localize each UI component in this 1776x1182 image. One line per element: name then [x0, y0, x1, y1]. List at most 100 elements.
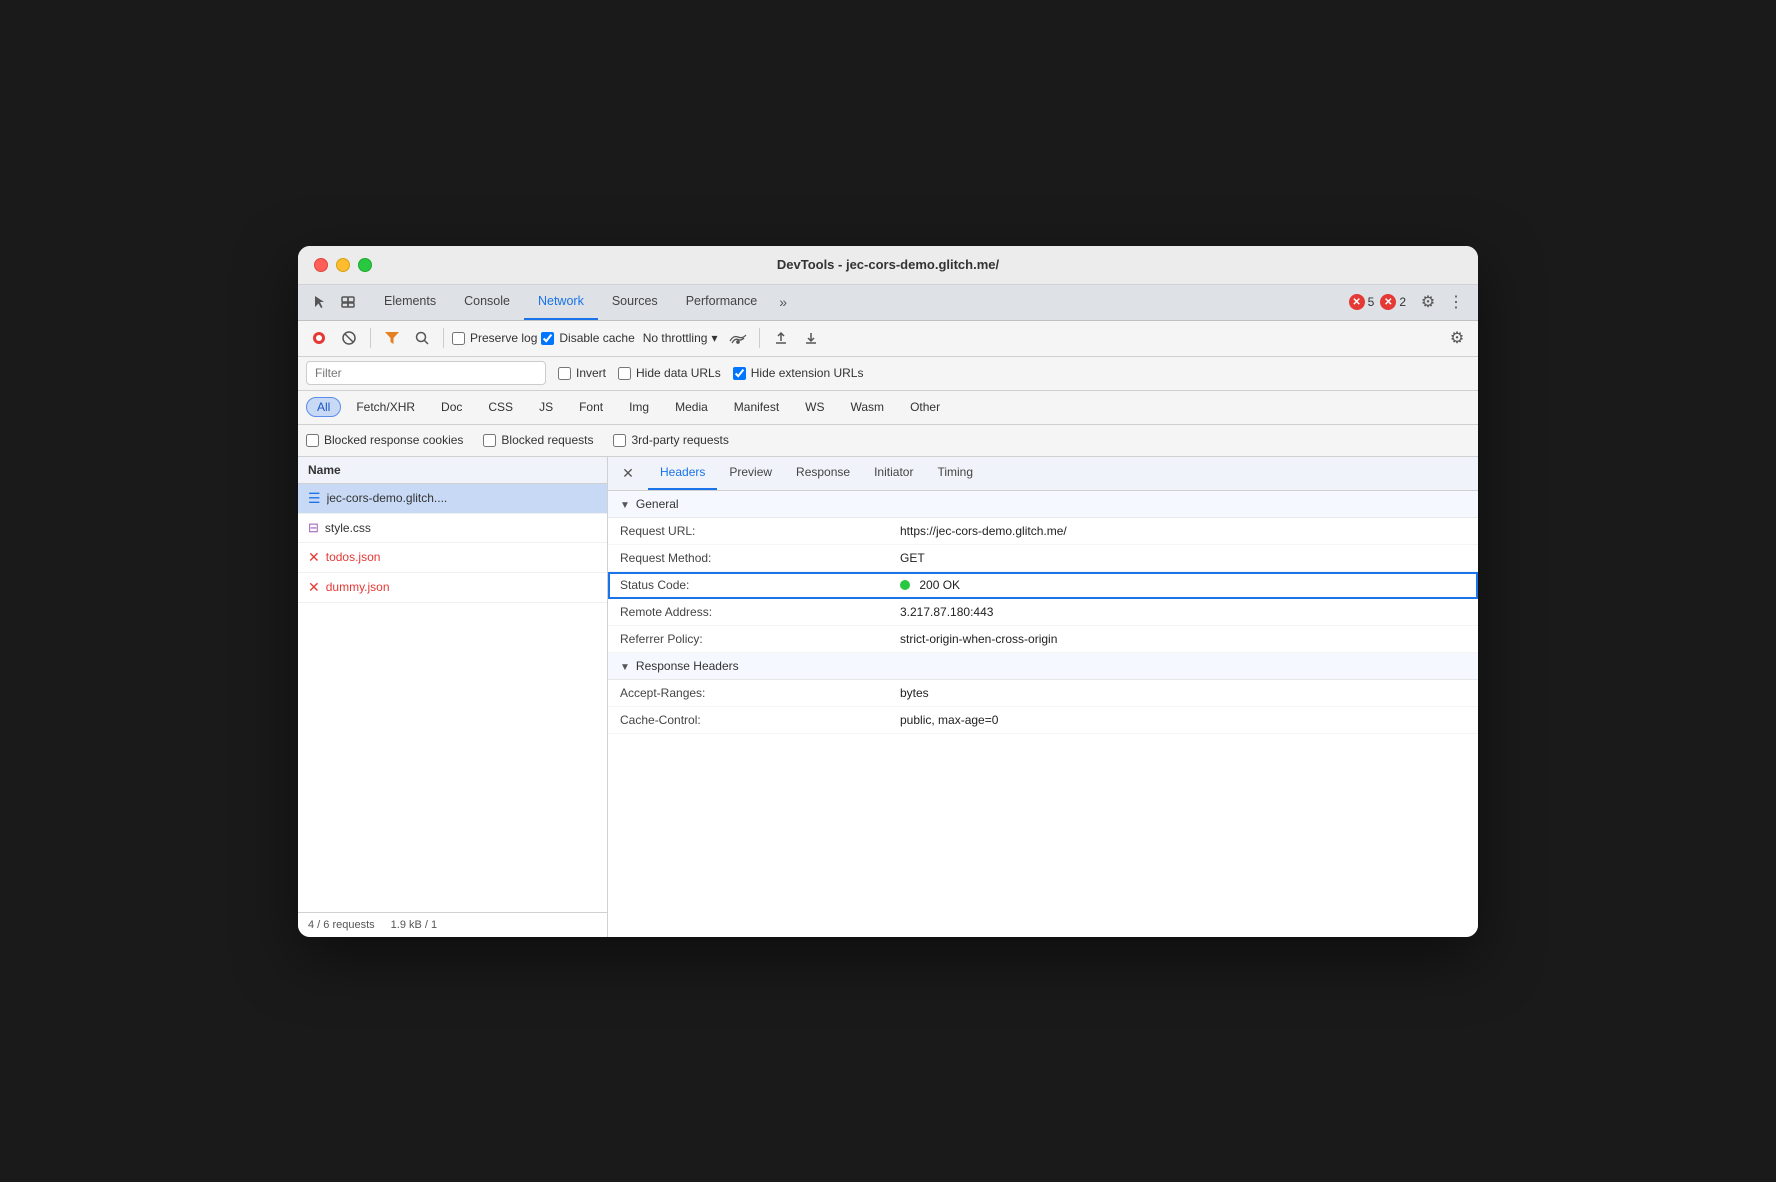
maximize-button[interactable] [358, 258, 372, 272]
cache-control-value: public, max-age=0 [900, 713, 1466, 727]
record-button[interactable] [306, 325, 332, 351]
filter-input[interactable] [306, 361, 546, 385]
remote-address-key: Remote Address: [620, 605, 900, 619]
hide-extension-urls-checkbox[interactable]: Hide extension URLs [733, 366, 864, 380]
clear-button[interactable] [336, 325, 362, 351]
request-item-3[interactable]: ✕ dummy.json [298, 573, 607, 603]
details-tab-preview[interactable]: Preview [717, 456, 784, 490]
type-btn-fetch/xhr[interactable]: Fetch/XHR [345, 397, 426, 417]
type-btn-other[interactable]: Other [899, 397, 951, 417]
status-green-dot [900, 580, 910, 590]
error-icon-3: ✕ [308, 579, 320, 596]
cache-control-row: Cache-Control: public, max-age=0 [608, 707, 1478, 734]
status-code-row: Status Code: 200 OK [608, 572, 1478, 599]
referrer-policy-key: Referrer Policy: [620, 632, 900, 646]
request-item-2[interactable]: ✕ todos.json [298, 543, 607, 573]
import-har-button[interactable] [768, 325, 794, 351]
tab-elements[interactable]: Elements [370, 284, 450, 320]
network-settings-button[interactable]: ⚙ [1444, 325, 1470, 351]
cursor-icon[interactable] [306, 288, 334, 316]
throttle-selector[interactable]: No throttling ▾ [639, 329, 722, 347]
blocked-response-cookies-checkbox[interactable]: Blocked response cookies [306, 433, 463, 447]
response-headers-section[interactable]: Response Headers [608, 653, 1478, 680]
request-item-0[interactable]: ☰ jec-cors-demo.glitch.... [298, 484, 607, 514]
request-item-1[interactable]: ⊟ style.css [298, 514, 607, 543]
network-toolbar: Preserve log Disable cache No throttling… [298, 321, 1478, 357]
type-btn-wasm[interactable]: Wasm [840, 397, 896, 417]
type-btn-ws[interactable]: WS [794, 397, 835, 417]
layers-icon[interactable] [334, 288, 362, 316]
request-method-value: GET [900, 551, 1466, 565]
preserve-log-input[interactable] [452, 332, 465, 345]
more-tabs-button[interactable]: » [771, 294, 795, 310]
request-url-row: Request URL: https://jec-cors-demo.glitc… [608, 518, 1478, 545]
toolbar-divider-1 [370, 328, 371, 348]
search-button[interactable] [409, 325, 435, 351]
third-party-requests-checkbox[interactable]: 3rd-party requests [613, 433, 728, 447]
error-count-badge[interactable]: ✕ 5 [1349, 294, 1375, 310]
blocked-requests-checkbox[interactable]: Blocked requests [483, 433, 593, 447]
title-bar: DevTools - jec-cors-demo.glitch.me/ [298, 246, 1478, 285]
type-btn-css[interactable]: CSS [477, 397, 524, 417]
hide-data-urls-input[interactable] [618, 367, 631, 380]
warning-icon: ✕ [1380, 294, 1396, 310]
more-options-icon[interactable]: ⋮ [1442, 288, 1470, 316]
referrer-policy-row: Referrer Policy: strict-origin-when-cros… [608, 626, 1478, 653]
accept-ranges-row: Accept-Ranges: bytes [608, 680, 1478, 707]
tab-console[interactable]: Console [450, 284, 524, 320]
tab-sources[interactable]: Sources [598, 284, 672, 320]
type-btn-all[interactable]: All [306, 397, 341, 417]
request-url-value[interactable]: https://jec-cors-demo.glitch.me/ [900, 524, 1466, 538]
third-party-requests-input[interactable] [613, 434, 626, 447]
accept-ranges-key: Accept-Ranges: [620, 686, 900, 700]
settings-gear-icon[interactable]: ⚙ [1414, 288, 1442, 316]
details-tab-bar: ✕ Headers Preview Response Initiator Tim… [608, 457, 1478, 491]
filter-button[interactable] [379, 325, 405, 351]
preserve-log-checkbox[interactable]: Preserve log [452, 331, 537, 345]
disable-cache-checkbox[interactable]: Disable cache [541, 331, 634, 345]
details-tab-timing[interactable]: Timing [925, 456, 985, 490]
toolbar-divider-3 [759, 328, 760, 348]
type-btn-doc[interactable]: Doc [430, 397, 473, 417]
requests-header: Name [298, 457, 607, 484]
invert-input[interactable] [558, 367, 571, 380]
network-conditions-icon[interactable] [725, 325, 751, 351]
doc-icon: ☰ [308, 490, 321, 507]
blocked-response-cookies-input[interactable] [306, 434, 319, 447]
toolbar-divider-2 [443, 328, 444, 348]
details-tab-initiator[interactable]: Initiator [862, 456, 925, 490]
type-btn-font[interactable]: Font [568, 397, 614, 417]
error-icon: ✕ [1349, 294, 1365, 310]
hide-extension-urls-input[interactable] [733, 367, 746, 380]
type-btn-img[interactable]: Img [618, 397, 660, 417]
close-details-button[interactable]: ✕ [616, 461, 640, 485]
remote-address-value: 3.217.87.180:443 [900, 605, 1466, 619]
error-badges: ✕ 5 ✕ 2 [1349, 294, 1406, 310]
warning-count-badge[interactable]: ✕ 2 [1380, 294, 1406, 310]
type-btn-media[interactable]: Media [664, 397, 719, 417]
requests-footer: 4 / 6 requests 1.9 kB / 1 [298, 912, 607, 937]
close-button[interactable] [314, 258, 328, 272]
request-method-row: Request Method: GET [608, 545, 1478, 572]
minimize-button[interactable] [336, 258, 350, 272]
tab-performance[interactable]: Performance [672, 284, 772, 320]
details-tab-headers[interactable]: Headers [648, 456, 717, 490]
requests-size: 1.9 kB / 1 [391, 919, 437, 931]
hide-data-urls-checkbox[interactable]: Hide data URLs [618, 366, 721, 380]
accept-ranges-value: bytes [900, 686, 1466, 700]
export-har-button[interactable] [798, 325, 824, 351]
type-filter-bar: AllFetch/XHRDocCSSJSFontImgMediaManifest… [298, 391, 1478, 425]
invert-checkbox[interactable]: Invert [558, 366, 606, 380]
general-section-header[interactable]: General [608, 491, 1478, 518]
type-btn-js[interactable]: JS [528, 397, 564, 417]
blocked-requests-input[interactable] [483, 434, 496, 447]
requests-spacer [298, 603, 607, 912]
details-tab-response[interactable]: Response [784, 456, 862, 490]
tab-network[interactable]: Network [524, 284, 598, 320]
throttle-chevron-icon: ▾ [711, 331, 717, 345]
disable-cache-input[interactable] [541, 332, 554, 345]
request-url-key: Request URL: [620, 524, 900, 538]
type-btn-manifest[interactable]: Manifest [723, 397, 790, 417]
requests-panel: Name ☰ jec-cors-demo.glitch.... ⊟ style.… [298, 457, 608, 937]
referrer-policy-value: strict-origin-when-cross-origin [900, 632, 1466, 646]
